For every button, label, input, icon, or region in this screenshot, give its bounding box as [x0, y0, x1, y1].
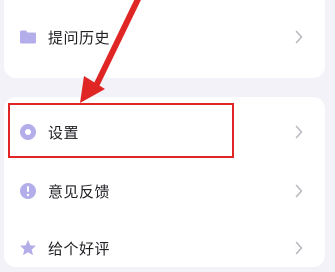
- folder-icon: [18, 27, 38, 47]
- menu-item-settings[interactable]: 设置: [4, 108, 325, 156]
- chevron-right-icon: [295, 125, 303, 139]
- star-icon: [18, 238, 38, 258]
- menu-item-feedback[interactable]: 意见反馈: [4, 167, 325, 215]
- menu-item-rate-label: 给个好评: [48, 239, 111, 258]
- menu-item-settings-label: 设置: [48, 123, 80, 142]
- menu-item-rate[interactable]: 给个好评: [4, 224, 325, 272]
- chevron-right-icon: [295, 241, 303, 255]
- menu-card-main: 设置 意见反馈 给个好评: [4, 97, 325, 267]
- menu-card-top: 提问历史: [4, 0, 325, 78]
- info-icon: [18, 181, 38, 201]
- gear-icon: [18, 122, 38, 142]
- chevron-right-icon: [295, 184, 303, 198]
- menu-item-history[interactable]: 提问历史: [4, 13, 325, 61]
- chevron-right-icon: [295, 30, 303, 44]
- menu-item-feedback-label: 意见反馈: [48, 182, 111, 201]
- menu-item-history-label: 提问历史: [48, 28, 111, 47]
